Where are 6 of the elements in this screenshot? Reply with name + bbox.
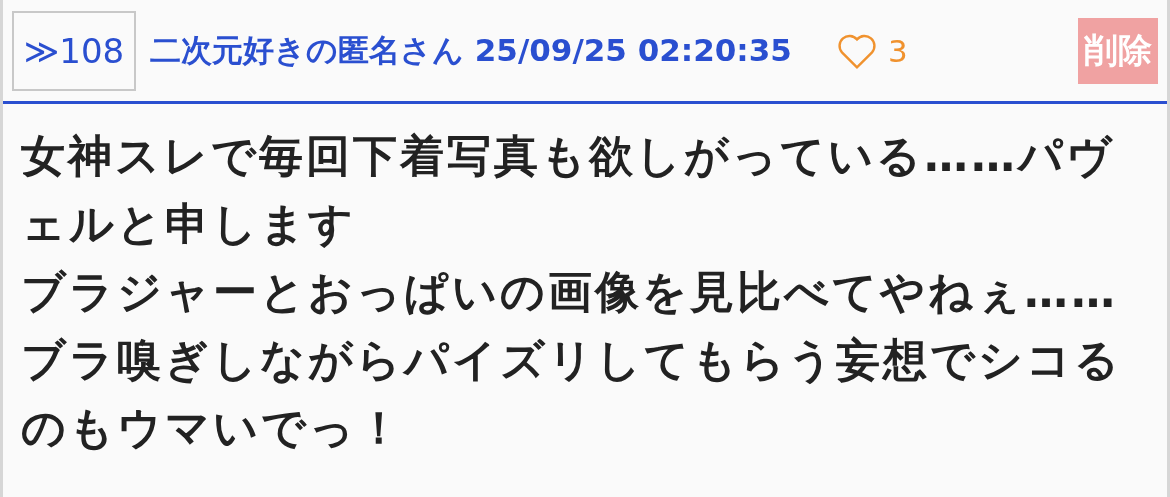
post-number-link[interactable]: ≫108 bbox=[12, 10, 136, 91]
post-text: ブラ嗅ぎしながらパイズリしてもらう妄想でシコるのもウマいでっ！ bbox=[21, 333, 1123, 455]
post-text: 女神スレで毎回下着写真も欲しがっている……パヴェルと申します bbox=[21, 129, 1115, 251]
post-text: ブラジャーとおっぱいの画像を見比べてやねぇ…… bbox=[21, 265, 1119, 319]
poster-name-and-date: 二次元好きの匿名さん 25/09/25 02:20:35 bbox=[150, 30, 792, 70]
like-count: 3 bbox=[887, 32, 908, 69]
